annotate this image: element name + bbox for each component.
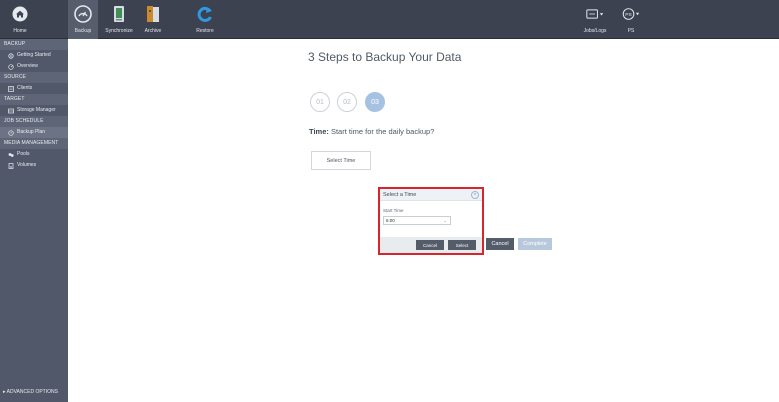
sidebar-item-label: Clients — [17, 85, 33, 91]
sidebar-section-job-schedule: JOB SCHEDULE — [0, 116, 68, 127]
chevron-down-icon: ⌄ — [443, 218, 447, 223]
ps-label: PS — [627, 28, 635, 34]
time-label-text: Start time for the daily backup? — [330, 127, 435, 136]
sidebar-item-clients[interactable]: Clients — [0, 83, 68, 94]
dialog-title: Select a Time — [383, 192, 417, 198]
sidebar-item-label: Backup Plan — [17, 129, 46, 135]
sidebar-item-overview[interactable]: Overview — [0, 61, 68, 72]
step-2[interactable]: 02 — [337, 92, 357, 112]
svg-text:PS: PS — [625, 12, 632, 18]
advanced-options-toggle[interactable]: ▸ ADVANCED OPTIONS — [0, 387, 68, 398]
dialog-select-button[interactable]: Select — [448, 240, 476, 250]
home-label: Home — [13, 28, 27, 34]
jobs-logs-icon — [586, 5, 604, 23]
time-question: Time: Start time for the daily backup? — [309, 127, 434, 136]
synchronize-button[interactable]: Synchronize — [102, 0, 136, 39]
sidebar-item-label: Volumes — [17, 162, 37, 168]
dialog-header: Select a Time × — [380, 189, 482, 201]
storage-icon — [8, 108, 14, 114]
select-time-button[interactable]: Select Time — [311, 151, 371, 170]
archive-icon — [144, 5, 162, 23]
gear-icon — [8, 52, 14, 59]
cancel-button[interactable]: Cancel — [486, 238, 514, 250]
gauge-icon — [8, 63, 14, 70]
start-time-label: Start Time — [383, 208, 404, 213]
time-label-bold: Time: — [309, 127, 329, 136]
sidebar-item-label: Pools — [17, 151, 30, 157]
synchronize-label: Synchronize — [105, 28, 133, 34]
step-3[interactable]: 03 — [365, 92, 385, 112]
clients-icon — [8, 85, 14, 92]
sidebar-section-media-management: MEDIA MANAGEMENT — [0, 138, 68, 149]
sidebar-item-label: Getting Started — [17, 52, 51, 58]
pools-icon — [8, 152, 14, 158]
restore-label: Restore — [196, 28, 214, 34]
sidebar-item-backup-plan[interactable]: Backup Plan — [0, 127, 68, 138]
backup-label: Backup — [74, 28, 92, 34]
backup-button[interactable]: Backup — [68, 0, 98, 39]
sidebar-item-storage-manager[interactable]: Storage Manager — [0, 105, 68, 116]
sidebar-section-target: TARGET — [0, 94, 68, 105]
dialog-cancel-button[interactable]: Cancel — [416, 240, 444, 250]
sidebar-section-backup: BACKUP — [0, 39, 68, 50]
start-time-value: 6:00 — [386, 218, 395, 223]
volume-icon — [8, 162, 14, 169]
sidebar-section-source: SOURCE — [0, 72, 68, 83]
archive-label: Archive — [144, 28, 162, 34]
page-title: 3 Steps to Backup Your Data — [308, 50, 462, 64]
home-button[interactable]: Home — [0, 0, 40, 39]
step-1[interactable]: 01 — [310, 92, 330, 112]
user-ps-button[interactable]: PS PS — [616, 0, 646, 39]
advanced-options-label: ADVANCED OPTIONS — [6, 389, 58, 395]
jobs-logs-label: Jobs/Logs — [583, 28, 607, 34]
dialog-footer: Cancel Select — [380, 237, 482, 253]
jobs-logs-button[interactable]: Jobs/Logs — [580, 0, 610, 39]
home-icon — [11, 5, 29, 23]
select-time-dialog: Select a Time × Start Time 6:00 ⌄ Cancel… — [380, 189, 482, 253]
sidebar-item-label: Storage Manager — [17, 107, 56, 113]
complete-button[interactable]: Complete — [518, 238, 552, 250]
sidebar-item-volumes[interactable]: Volumes — [0, 160, 68, 171]
archive-button[interactable]: Archive — [140, 0, 166, 39]
sidebar-item-pools[interactable]: Pools — [0, 149, 68, 160]
synchronize-icon — [110, 5, 128, 23]
user-avatar-icon: PS — [622, 5, 640, 23]
restore-icon — [196, 5, 214, 23]
start-time-select[interactable]: 6:00 ⌄ — [383, 216, 451, 225]
clock-icon — [8, 129, 14, 136]
sidebar-item-label: Overview — [17, 63, 38, 69]
sidebar: BACKUP Getting Started Overview SOURCE C… — [0, 39, 68, 402]
top-toolbar: Home Backup Synchronize Archive Restore … — [0, 0, 779, 39]
restore-button[interactable]: Restore — [190, 0, 220, 39]
triangle-right-icon: ▸ — [3, 389, 6, 395]
close-icon[interactable]: × — [471, 191, 479, 199]
backup-icon — [74, 5, 92, 23]
sidebar-item-getting-started[interactable]: Getting Started — [0, 50, 68, 61]
